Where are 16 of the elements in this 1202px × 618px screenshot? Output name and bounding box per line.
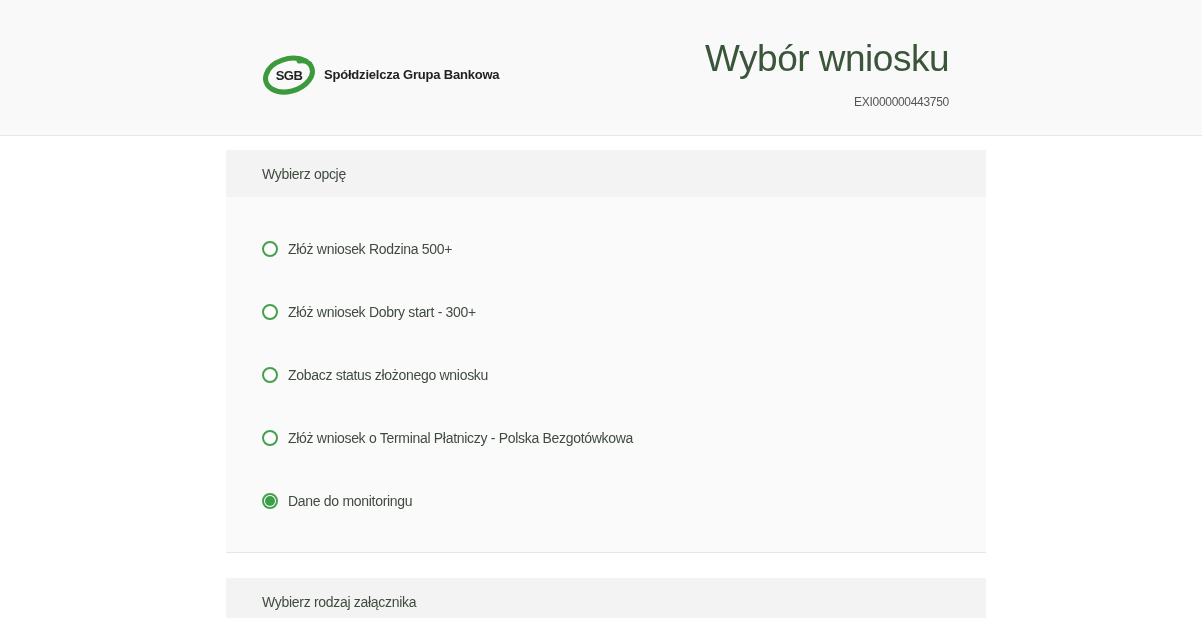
radio-button[interactable] bbox=[262, 429, 278, 446]
option-label[interactable]: Złóż wniosek Rodzina 500+ bbox=[288, 240, 453, 257]
brand-name: Spółdzielcza Grupa Bankowa bbox=[324, 67, 500, 82]
section-header: Wybierz opcję bbox=[226, 150, 986, 197]
page-title: Wybór wniosku bbox=[704, 37, 949, 81]
option-label[interactable]: Dane do monitoringu bbox=[288, 492, 413, 509]
radio-button[interactable] bbox=[262, 492, 278, 509]
reference-number: EXI000000443750 bbox=[854, 95, 949, 109]
option-label[interactable]: Zobacz status złożonego wniosku bbox=[288, 366, 489, 383]
radio-button[interactable] bbox=[262, 303, 278, 320]
option-label[interactable]: Złóż wniosek o Terminal Płatniczy - Polska Bezgotówkowa bbox=[288, 429, 634, 446]
brand-logo-mark: SGB bbox=[262, 52, 318, 97]
section-header: Wybierz rodzaj załącznika bbox=[226, 578, 986, 618]
option-label[interactable]: Złóż wniosek Dobry start - 300+ bbox=[288, 303, 476, 320]
radio-button[interactable] bbox=[262, 366, 278, 383]
radio-button[interactable] bbox=[262, 240, 278, 257]
